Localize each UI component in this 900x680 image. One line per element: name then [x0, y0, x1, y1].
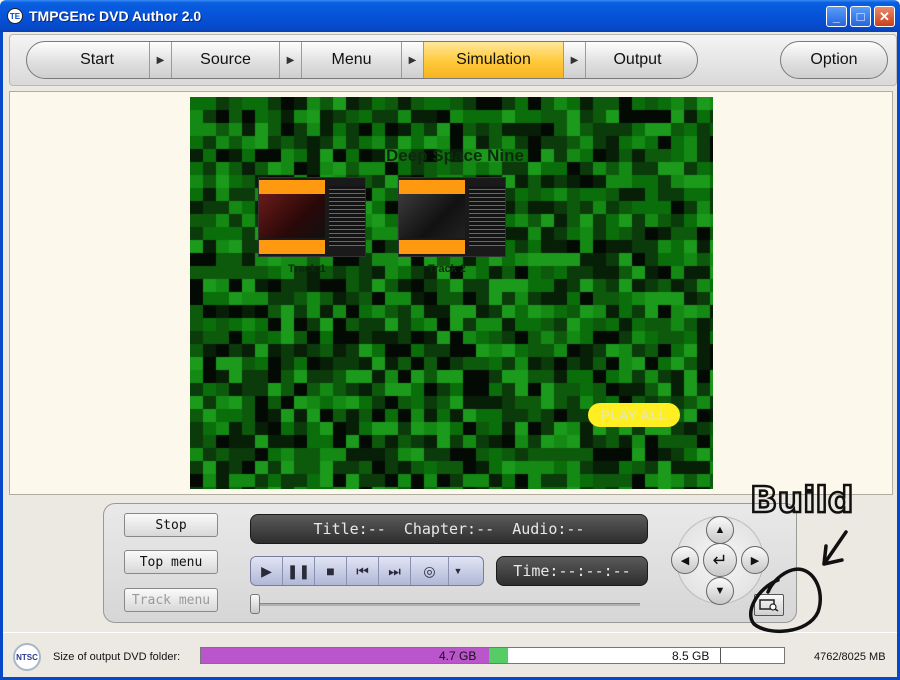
ntsc-badge: NTSC — [13, 643, 41, 671]
enter-icon[interactable]: ↵ — [703, 543, 737, 577]
audio-icon[interactable]: ◎ — [411, 557, 449, 585]
output-size-bar: 4.7 GB 8.5 GB — [200, 647, 785, 664]
app-logo-icon: TE — [7, 8, 23, 24]
playback-control-panel: Stop Top menu Track menu Title:-- Chapte… — [103, 503, 797, 623]
step-arrow-icon: ▶ — [149, 42, 171, 78]
seek-slider[interactable] — [250, 594, 640, 614]
build-icon — [759, 599, 779, 612]
status-bar: NTSC Size of output DVD folder: 4.7 GB 8… — [3, 632, 897, 677]
time-display: Time:--:--:-- — [496, 556, 648, 586]
step-source-tab[interactable]: Source — [171, 42, 279, 78]
left-arrow-icon[interactable]: ◀ — [671, 546, 699, 574]
step-arrow-icon: ▶ — [563, 42, 585, 78]
seek-handle[interactable] — [250, 594, 260, 614]
down-arrow-icon[interactable]: ▼ — [706, 577, 734, 605]
step-toolbar: Start ▶ Source ▶ Menu ▶ Simulation ▶ Out… — [9, 34, 897, 86]
dvd-menu-preview[interactable]: Deep Space Nine Track 1 Track 2 PLAY ALL — [190, 97, 713, 489]
output-size-count: 4762/8025 MB — [814, 651, 886, 663]
track-1-label: Track 1 — [288, 263, 326, 275]
play-icon[interactable]: ▶ — [251, 557, 283, 585]
next-chapter-icon[interactable]: ⏭ — [379, 557, 411, 585]
window-title-bar[interactable]: TE TMPGEnc DVD Author 2.0 _ □ ✕ — [0, 0, 900, 32]
track-2-label: Track 2 — [428, 263, 466, 275]
step-navigation: Start ▶ Source ▶ Menu ▶ Simulation ▶ Out… — [26, 41, 698, 79]
output-size-label: Size of output DVD folder: — [53, 651, 181, 663]
stop-button[interactable]: Stop — [124, 513, 218, 537]
step-arrow-icon: ▶ — [401, 42, 423, 78]
menu-title: Deep Space Nine — [386, 146, 524, 165]
previous-chapter-icon[interactable]: ⏮ — [347, 557, 379, 585]
play-all-button[interactable]: PLAY ALL — [588, 403, 680, 427]
simulation-preview-area: Deep Space Nine Track 1 Track 2 PLAY ALL — [9, 91, 893, 495]
step-menu-tab[interactable]: Menu — [301, 42, 401, 78]
marker-8-5-label: 8.5 GB — [672, 649, 710, 663]
step-output-tab[interactable]: Output — [585, 42, 689, 78]
track-1-thumbnail[interactable] — [258, 177, 366, 257]
top-menu-button[interactable]: Top menu — [124, 550, 218, 574]
pause-icon[interactable]: ❚❚ — [283, 557, 315, 585]
minimize-button[interactable]: _ — [826, 6, 847, 27]
main-window: Start ▶ Source ▶ Menu ▶ Simulation ▶ Out… — [0, 32, 900, 680]
window-title: TMPGEnc DVD Author 2.0 — [29, 8, 202, 24]
step-start-tab[interactable]: Start — [27, 42, 149, 78]
menu-navigation-pad: ▲ ◀ ↵ ▶ ▼ — [671, 516, 769, 605]
marker-4-7-label: 4.7 GB — [439, 649, 477, 663]
build-button[interactable] — [754, 594, 784, 616]
right-arrow-icon[interactable]: ▶ — [741, 546, 769, 574]
up-arrow-icon[interactable]: ▲ — [706, 516, 734, 544]
info-display: Title:-- Chapter:-- Audio:-- — [250, 514, 648, 544]
step-simulation-tab[interactable]: Simulation — [423, 42, 563, 78]
extra-size-fill — [489, 648, 508, 663]
stop-icon[interactable]: ■ — [315, 557, 347, 585]
transport-controls: ▶ ❚❚ ■ ⏮ ⏭ ◎ ▼ — [250, 556, 484, 586]
close-button[interactable]: ✕ — [874, 6, 895, 27]
option-button[interactable]: Option — [780, 41, 888, 79]
audio-dropdown-icon[interactable]: ▼ — [449, 557, 467, 585]
marker-8-5-tick — [720, 648, 721, 663]
track-2-thumbnail[interactable] — [398, 177, 506, 257]
track-menu-button[interactable]: Track menu — [124, 588, 218, 612]
step-arrow-icon: ▶ — [279, 42, 301, 78]
maximize-button[interactable]: □ — [850, 6, 871, 27]
